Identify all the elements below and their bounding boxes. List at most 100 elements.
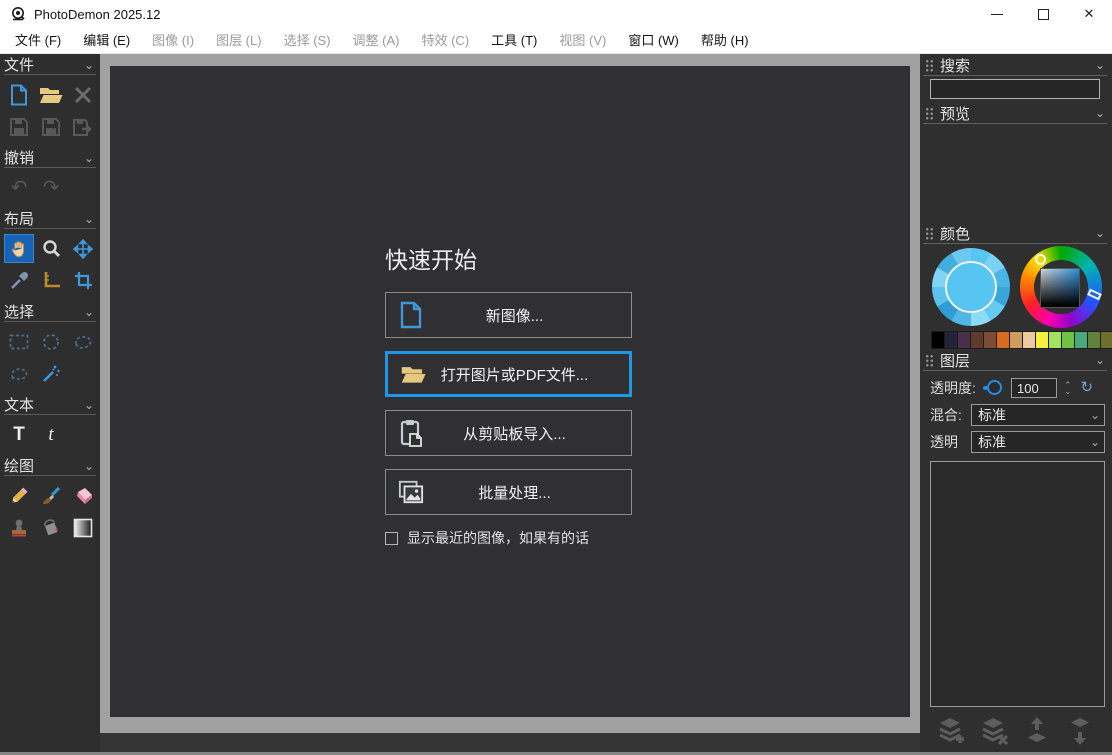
color-picker-tool-button[interactable]	[4, 266, 34, 295]
opacity-slider[interactable]	[981, 380, 1009, 396]
select-lasso-button[interactable]	[4, 359, 34, 388]
eraser-tool-button[interactable]	[68, 481, 98, 510]
move-icon	[73, 239, 93, 259]
menu-window[interactable]: 窗口 (W)	[617, 28, 690, 53]
toolbox-header-file[interactable]: 文件 ⌄	[4, 55, 96, 75]
color-harmony-wheel[interactable]	[932, 248, 1010, 326]
lower-layer-icon	[1065, 716, 1095, 746]
new-image-button[interactable]	[4, 80, 34, 109]
magic-wand-button[interactable]	[36, 359, 66, 388]
toolbox-section-paint: 绘图 ⌄	[4, 456, 100, 542]
show-recent-checkbox[interactable]	[385, 532, 398, 545]
close-button[interactable]: ✕	[1066, 0, 1112, 28]
saturation-value-square[interactable]	[1040, 268, 1080, 308]
window-title: PhotoDemon 2025.12	[34, 7, 160, 22]
select-ellipse-button[interactable]	[36, 327, 66, 356]
pencil-tool-button[interactable]	[4, 481, 34, 510]
opacity-spinner[interactable]: ⌃⌄	[1064, 382, 1072, 394]
hue-marker-icon[interactable]	[1087, 289, 1102, 301]
toolbox-header-layout[interactable]: 布局 ⌄	[4, 209, 96, 229]
clipboard-import-quick-button[interactable]: 从剪贴板导入...	[385, 410, 632, 456]
new-image-icon	[9, 84, 29, 106]
alpha-mode-dropdown[interactable]: 标准 ⌄	[971, 431, 1105, 453]
minimize-button[interactable]	[974, 0, 1020, 28]
current-color-swatch[interactable]	[945, 261, 997, 313]
color-swatch[interactable]	[984, 332, 997, 348]
close-image-button[interactable]	[68, 80, 98, 109]
drag-grip-icon[interactable]	[925, 354, 934, 367]
toolbox-header-paint[interactable]: 绘图 ⌄	[4, 456, 96, 476]
zoom-tool-button[interactable]	[36, 234, 66, 263]
paintbrush-tool-button[interactable]	[36, 481, 66, 510]
move-tool-button[interactable]	[68, 234, 98, 263]
maximize-button[interactable]	[1020, 0, 1066, 28]
color-swatch[interactable]	[1101, 332, 1112, 348]
opacity-reset-button[interactable]: ↻	[1081, 381, 1094, 395]
text-tool-button[interactable]: T	[4, 420, 34, 449]
menu-effects: 特效 (C)	[410, 28, 480, 53]
color-swatch[interactable]	[1075, 332, 1088, 348]
opacity-value-field[interactable]: 100	[1011, 378, 1057, 398]
preview-panel-header[interactable]: 预览 ⌄	[923, 103, 1107, 124]
color-swatch[interactable]	[1062, 332, 1075, 348]
drag-grip-icon[interactable]	[925, 107, 934, 120]
color-swatch[interactable]	[1049, 332, 1062, 348]
crop-tool-button[interactable]	[68, 266, 98, 295]
open-image-button[interactable]	[36, 80, 66, 109]
layers-panel-header[interactable]: 图层 ⌄	[923, 350, 1107, 371]
color-swatch[interactable]	[958, 332, 971, 348]
toolbox-section-file: 文件 ⌄	[4, 55, 100, 141]
color-swatch[interactable]	[945, 332, 958, 348]
add-layer-button	[934, 715, 968, 747]
lower-layer-button	[1063, 715, 1097, 747]
select-polygon-button[interactable]	[68, 327, 98, 356]
toolbox-header-text[interactable]: 文本 ⌄	[4, 395, 96, 415]
hand-tool-button[interactable]	[4, 234, 34, 263]
measure-tool-button[interactable]	[36, 266, 66, 295]
toolbox-title-file: 文件	[4, 54, 34, 75]
gradient-tool-button[interactable]	[68, 513, 98, 542]
drag-grip-icon[interactable]	[925, 227, 934, 240]
eraser-icon	[73, 487, 93, 505]
color-swatch[interactable]	[1023, 332, 1036, 348]
color-swatch[interactable]	[971, 332, 984, 348]
paint-bucket-tool-button[interactable]	[36, 513, 66, 542]
hue-wheel[interactable]	[1020, 246, 1102, 328]
toolbox-title-select: 选择	[4, 301, 34, 322]
show-recent-images-option[interactable]: 显示最近的图像，如果有的话	[385, 528, 632, 548]
advanced-text-tool-button[interactable]: t	[36, 420, 66, 449]
color-swatch[interactable]	[997, 332, 1010, 348]
color-swatches: ...	[923, 330, 1107, 350]
show-recent-label: 显示最近的图像，如果有的话	[407, 528, 589, 548]
title-bar: PhotoDemon 2025.12 ✕	[0, 0, 1112, 28]
open-file-quick-button[interactable]: 打开图片或PDF文件...	[385, 351, 632, 397]
slider-thumb[interactable]	[987, 380, 1002, 395]
left-toolbox: 文件 ⌄	[0, 54, 100, 755]
spinner-down-icon[interactable]: ⌄	[1064, 388, 1072, 394]
canvas-frame: 快速开始 新图像... 打开图片或PDF文件...	[100, 54, 920, 733]
search-panel-header[interactable]: 搜索 ⌄	[923, 55, 1107, 76]
color-swatch[interactable]	[932, 332, 945, 348]
new-image-quick-button[interactable]: 新图像...	[385, 292, 632, 338]
toolbox-header-undo[interactable]: 撤销 ⌄	[4, 148, 96, 168]
color-swatch[interactable]	[1036, 332, 1049, 348]
batch-process-quick-button[interactable]: 批量处理...	[385, 469, 632, 515]
blend-mode-dropdown[interactable]: 标准 ⌄	[971, 404, 1105, 426]
color-cursor-icon[interactable]	[1035, 254, 1046, 265]
pencil-icon	[9, 486, 29, 506]
toolbox-header-select[interactable]: 选择 ⌄	[4, 302, 96, 322]
drag-grip-icon[interactable]	[925, 59, 934, 72]
canvas[interactable]: 快速开始 新图像... 打开图片或PDF文件...	[110, 66, 910, 717]
menu-help[interactable]: 帮助 (H)	[690, 28, 760, 53]
menu-edit[interactable]: 编辑 (E)	[72, 28, 141, 53]
menu-file[interactable]: 文件 (F)	[4, 28, 72, 53]
menu-tools[interactable]: 工具 (T)	[480, 28, 548, 53]
search-input[interactable]	[930, 79, 1100, 99]
layers-panel-title: 图层	[940, 350, 970, 371]
colors-panel-header[interactable]: 颜色 ⌄	[923, 223, 1107, 244]
layer-list[interactable]	[930, 461, 1105, 707]
clone-stamp-tool-button[interactable]	[4, 513, 34, 542]
color-swatch[interactable]	[1088, 332, 1101, 348]
select-rect-button[interactable]	[4, 327, 34, 356]
color-swatch[interactable]	[1010, 332, 1023, 348]
